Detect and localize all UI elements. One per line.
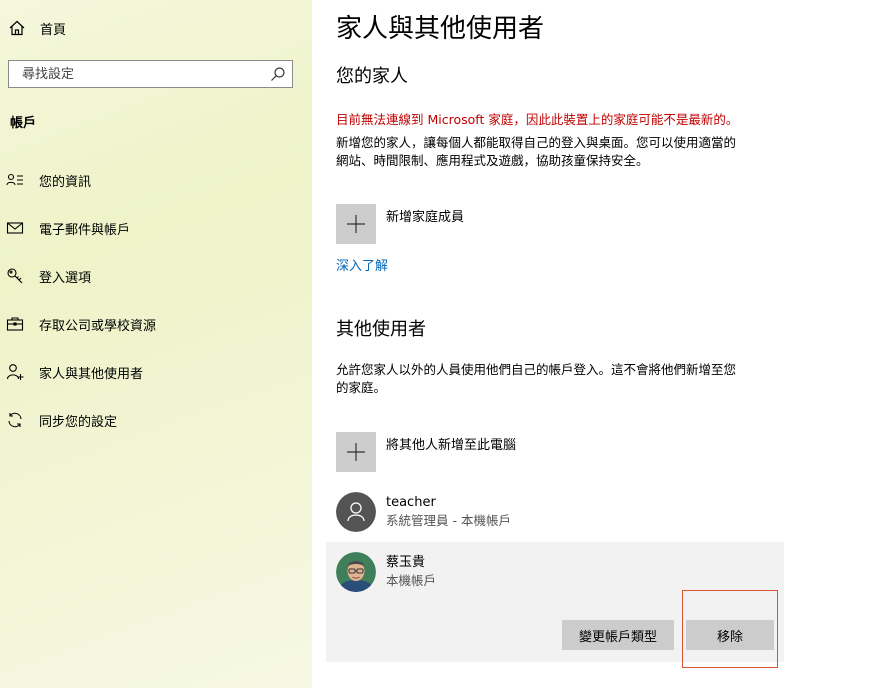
briefcase-icon — [6, 317, 24, 331]
sidebar-item-label: 登入選項 — [39, 270, 92, 286]
add-family-plus-box — [336, 204, 376, 244]
family-description-line: 網站、時間限制、應用程式及遊戲，協助孩童保持安全。 — [336, 153, 649, 168]
sidebar-item-sync-settings[interactable]: 同步您的設定 — [0, 396, 312, 444]
avatar — [336, 492, 376, 532]
home-link[interactable]: 首頁 — [8, 16, 66, 40]
change-account-type-button[interactable]: 變更帳戶類型 — [562, 620, 674, 650]
learn-more-link[interactable]: 深入了解 — [336, 255, 388, 274]
sidebar-item-label: 同步您的設定 — [39, 414, 118, 430]
default-user-icon — [336, 492, 376, 532]
add-other-user-button[interactable]: 將其他人新增至此電腦 — [336, 432, 516, 472]
mail-icon — [6, 222, 24, 234]
search-icon[interactable] — [270, 66, 286, 82]
contact-info-icon — [6, 173, 23, 186]
sidebar-item-email-accounts[interactable]: 電子郵件與帳戶 — [0, 204, 312, 252]
add-other-user-label: 將其他人新增至此電腦 — [386, 438, 517, 453]
user-text: 蔡玉貴 本機帳戶 — [386, 554, 436, 590]
plus-icon — [347, 215, 365, 233]
add-other-plus-box — [336, 432, 376, 472]
family-heading: 您的家人 — [336, 66, 408, 87]
sync-icon — [8, 412, 22, 428]
user-entry-cai[interactable]: 蔡玉貴 本機帳戶 — [336, 552, 436, 592]
other-users-description: 允許您家人以外的人員使用他們自己的帳戶登入。這不會將他們新增至您 的家庭。 — [336, 361, 796, 397]
user-entry-teacher[interactable]: teacher 系統管理員 - 本機帳戶 — [336, 492, 511, 532]
other-users-description-line: 允許您家人以外的人員使用他們自己的帳戶登入。這不會將他們新增至您 — [336, 362, 737, 377]
user-text: teacher 系統管理員 - 本機帳戶 — [386, 494, 511, 530]
sidebar: 首頁 帳戶 您的資訊 電子郵件與帳戶 登入選項 — [0, 0, 312, 688]
user-account-type: 本機帳戶 — [386, 573, 437, 588]
plus-icon — [347, 443, 365, 461]
home-label: 首頁 — [40, 22, 67, 38]
user-name: teacher — [386, 495, 436, 510]
user-name: 蔡玉貴 — [386, 555, 426, 570]
sidebar-item-label: 家人與其他使用者 — [39, 366, 144, 382]
user-photo-icon — [336, 552, 376, 592]
sidebar-item-family-other-users[interactable]: 家人與其他使用者 — [0, 348, 312, 396]
sidebar-item-label: 存取公司或學校資源 — [39, 318, 157, 334]
add-family-member-button[interactable]: 新增家庭成員 — [336, 204, 464, 244]
page-title: 家人與其他使用者 — [336, 14, 545, 44]
home-icon — [9, 20, 25, 36]
family-warning: 目前無法連線到 Microsoft 家庭，因此此裝置上的家庭可能不是最新的。 — [336, 112, 739, 127]
sidebar-nav: 您的資訊 電子郵件與帳戶 登入選項 存取公司或學校資源 家人與其他使用者 同步您… — [0, 156, 312, 444]
other-users-description-line: 的家庭。 — [336, 380, 387, 395]
sidebar-item-sign-in-options[interactable]: 登入選項 — [0, 252, 312, 300]
family-description: 新增您的家人，讓每個人都能取得自己的登入與桌面。您可以使用適當的 網站、時間限制… — [336, 134, 796, 170]
remove-button[interactable]: 移除 — [686, 620, 774, 650]
key-icon — [7, 268, 23, 284]
search-box[interactable] — [8, 60, 293, 88]
user-account-type: 系統管理員 - 本機帳戶 — [386, 513, 511, 528]
section-label-accounts: 帳戶 — [10, 116, 37, 131]
avatar — [336, 552, 376, 592]
add-family-member-label: 新增家庭成員 — [386, 210, 465, 225]
other-users-heading: 其他使用者 — [336, 319, 426, 340]
add-person-icon — [6, 364, 24, 380]
sidebar-item-label: 電子郵件與帳戶 — [39, 222, 131, 238]
sidebar-item-work-school[interactable]: 存取公司或學校資源 — [0, 300, 312, 348]
main-content: 家人與其他使用者 您的家人 目前無法連線到 Microsoft 家庭，因此此裝置… — [312, 0, 882, 688]
sidebar-item-label: 您的資訊 — [39, 174, 92, 190]
family-description-line: 新增您的家人，讓每個人都能取得自己的登入與桌面。您可以使用適當的 — [336, 135, 737, 150]
sidebar-item-your-info[interactable]: 您的資訊 — [0, 156, 312, 204]
search-input[interactable] — [20, 65, 270, 83]
